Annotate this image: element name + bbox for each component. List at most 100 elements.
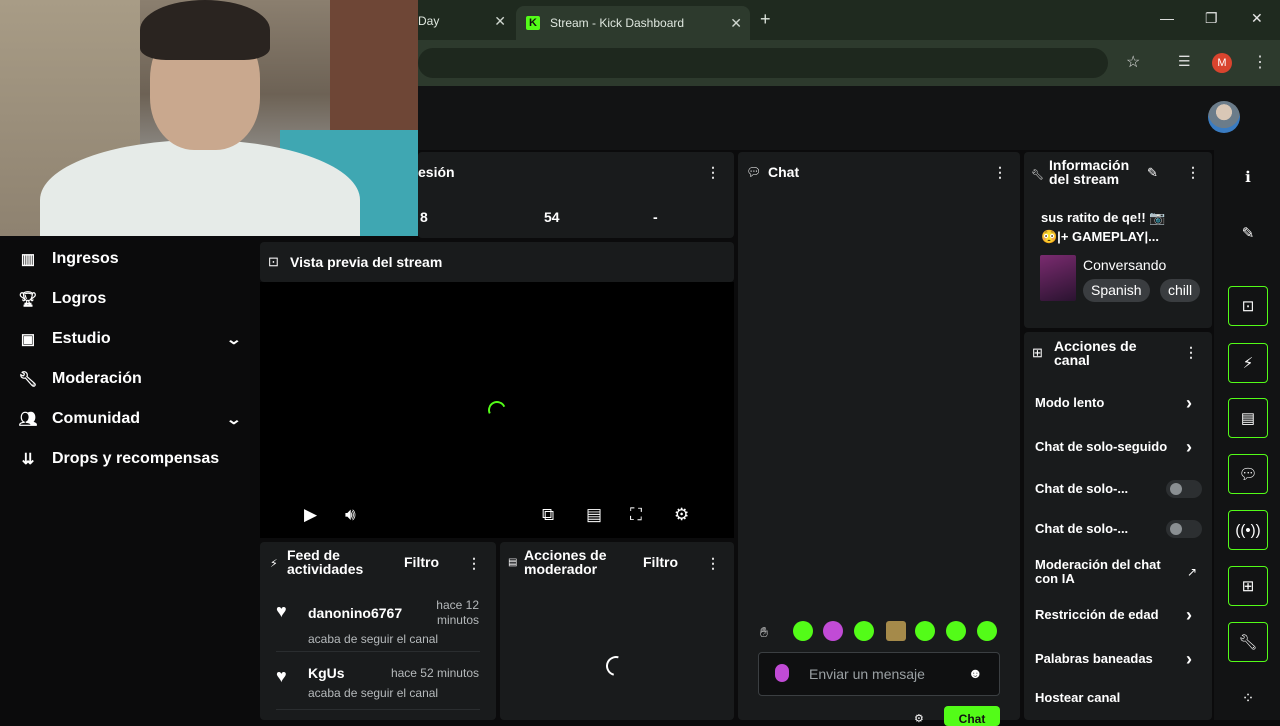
lightning-icon[interactable]: ⚡︎: [1228, 343, 1268, 383]
chevron-right-icon[interactable]: ›: [1186, 393, 1192, 414]
user-avatar[interactable]: [1208, 101, 1240, 133]
browser-tab-inactive[interactable]: Day ✕: [418, 6, 514, 36]
session-title: esión: [418, 164, 455, 180]
edit-pencil-icon[interactable]: ✎: [1228, 213, 1268, 253]
emote-icon[interactable]: [946, 621, 966, 641]
more-options-icon[interactable]: ⋮: [706, 164, 720, 181]
action-emotes-only[interactable]: Chat de solo-...: [1035, 522, 1155, 536]
nav-item-drops[interactable]: ⇊ Drops y recompensas: [18, 447, 240, 471]
more-options-icon[interactable]: ⋮: [1186, 164, 1200, 181]
external-link-icon[interactable]: ↗: [1187, 565, 1197, 579]
pip-icon[interactable]: ⧉: [542, 505, 554, 525]
emote-icon[interactable]: [854, 621, 874, 641]
chevron-right-icon[interactable]: ›: [1186, 605, 1192, 626]
action-ai-moderation[interactable]: Moderación del chat con IA: [1035, 558, 1185, 586]
fullscreen-icon[interactable]: ⛶: [630, 505, 642, 525]
toggle-switch[interactable]: [1166, 520, 1202, 538]
new-tab-button[interactable]: +: [760, 9, 771, 30]
emote-icon[interactable]: [977, 621, 997, 641]
microphone-icon[interactable]: [775, 664, 789, 682]
channel-actions-icon[interactable]: ⊞: [1228, 566, 1268, 606]
preview-toggle-icon[interactable]: ⊡: [1228, 286, 1268, 326]
activity-title: Feed de actividades: [287, 547, 364, 577]
profile-avatar[interactable]: M: [1212, 53, 1232, 73]
session-stat: 8: [420, 209, 428, 225]
volume-icon[interactable]: 🔊︎: [345, 505, 356, 525]
more-options-icon[interactable]: ⋮: [467, 555, 481, 572]
more-options-icon[interactable]: ⋮: [993, 164, 1007, 181]
category-name[interactable]: Conversando: [1083, 257, 1166, 273]
webcam-person: [140, 0, 270, 60]
chat-settings-icon[interactable]: ⚙: [914, 712, 924, 725]
close-icon[interactable]: ✕: [494, 13, 506, 30]
edit-pencil-icon[interactable]: ✎: [1147, 165, 1158, 181]
more-options-icon[interactable]: ⋮: [1184, 344, 1198, 361]
window-close-icon[interactable]: ✕: [1251, 10, 1263, 27]
divider: [276, 651, 480, 652]
mod-filter-button[interactable]: Filtro: [643, 555, 678, 569]
wrench-icon[interactable]: 🔧︎: [1228, 622, 1268, 662]
emote-icon[interactable]: [793, 621, 813, 641]
chat-placeholder: Enviar un mensaje: [809, 666, 925, 682]
emote-hands-icon[interactable]: ✋︎: [760, 624, 768, 641]
chat-bubble-icon[interactable]: 💬︎: [1228, 454, 1268, 494]
action-subs-only[interactable]: Chat de solo-...: [1035, 482, 1155, 496]
toggle-switch[interactable]: [1166, 480, 1202, 498]
browser-menu-icon[interactable]: ⋮: [1252, 52, 1268, 72]
broadcast-icon[interactable]: ((•)): [1228, 510, 1268, 550]
emote-icon[interactable]: [886, 621, 906, 641]
mod-actions-title: Acciones de moderador: [524, 547, 607, 577]
play-icon[interactable]: ▶: [304, 505, 317, 525]
action-banned-words[interactable]: Palabras baneadas: [1035, 652, 1185, 666]
more-options-icon[interactable]: ⋮: [706, 555, 720, 572]
browser-tab-active[interactable]: K Stream - Kick Dashboard ✕: [516, 6, 750, 40]
action-host-channel[interactable]: Hostear canal: [1035, 691, 1185, 705]
chevron-right-icon[interactable]: ›: [1186, 437, 1192, 458]
chevron-right-icon[interactable]: ›: [1186, 649, 1192, 670]
minimize-icon[interactable]: —: [1160, 10, 1174, 26]
nav-item-logros[interactable]: 🏆︎ Logros: [18, 287, 240, 311]
session-stat: 54: [544, 209, 560, 225]
nav-item-estudio[interactable]: ▣ Estudio ⌄: [18, 327, 242, 351]
close-icon[interactable]: ✕: [730, 15, 742, 32]
info-icon[interactable]: ℹ: [1228, 157, 1268, 197]
nav-item-ingresos[interactable]: ▥ Ingresos: [18, 247, 240, 271]
category-thumbnail[interactable]: [1040, 255, 1076, 301]
action-followers-only[interactable]: Chat de solo-seguido: [1035, 440, 1185, 454]
emote-icon[interactable]: [915, 621, 935, 641]
chat-title: Chat: [768, 164, 800, 180]
session-stat: -: [653, 209, 658, 225]
tag-chip[interactable]: chill: [1160, 279, 1200, 302]
nav-label: Comunidad: [52, 410, 140, 427]
settings-gear-icon[interactable]: ⚙: [674, 505, 689, 525]
heart-icon: ♥: [276, 666, 287, 686]
theater-icon[interactable]: ▤: [586, 505, 602, 525]
activity-filter-button[interactable]: Filtro: [404, 555, 439, 569]
nav-item-comunidad[interactable]: 👥︎ Comunidad ⌄: [18, 407, 242, 431]
preview-title: Vista previa del stream: [290, 254, 443, 270]
chat-send-button[interactable]: Chat: [944, 706, 1000, 726]
action-age-restriction[interactable]: Restricción de edad: [1035, 608, 1185, 622]
emoji-icon[interactable]: ☻: [968, 665, 983, 681]
kick-logo-icon: K: [526, 16, 540, 30]
chat-bubble-icon: 💬︎: [746, 165, 762, 179]
mod-log-icon[interactable]: ▤: [1228, 398, 1268, 438]
nav-item-moderacion[interactable]: 🔧︎ Moderación: [18, 367, 240, 391]
community-icon[interactable]: ⁘: [1228, 678, 1268, 718]
webcam-overlay: [0, 0, 418, 236]
trophy-icon: 🏆︎: [18, 291, 38, 308]
bookmark-star-icon[interactable]: ☆: [1126, 52, 1140, 72]
emote-icon[interactable]: [823, 621, 843, 641]
reading-list-icon[interactable]: ☰: [1178, 53, 1191, 70]
preview-icon: ⊡: [268, 254, 279, 269]
restore-icon[interactable]: ❐: [1205, 10, 1218, 27]
action-slow-mode[interactable]: Modo lento: [1035, 396, 1185, 410]
tag-chip[interactable]: Spanish: [1083, 279, 1150, 302]
channel-actions-title: Acciones de canal: [1054, 338, 1137, 368]
address-input[interactable]: [418, 48, 1108, 78]
feed-username[interactable]: danonino6767: [308, 605, 402, 621]
feed-username[interactable]: KgUs: [308, 665, 345, 681]
nav-label: Drops y recompensas: [52, 450, 220, 467]
nav-label: Estudio: [52, 330, 111, 347]
heart-icon: ♥: [276, 601, 287, 621]
